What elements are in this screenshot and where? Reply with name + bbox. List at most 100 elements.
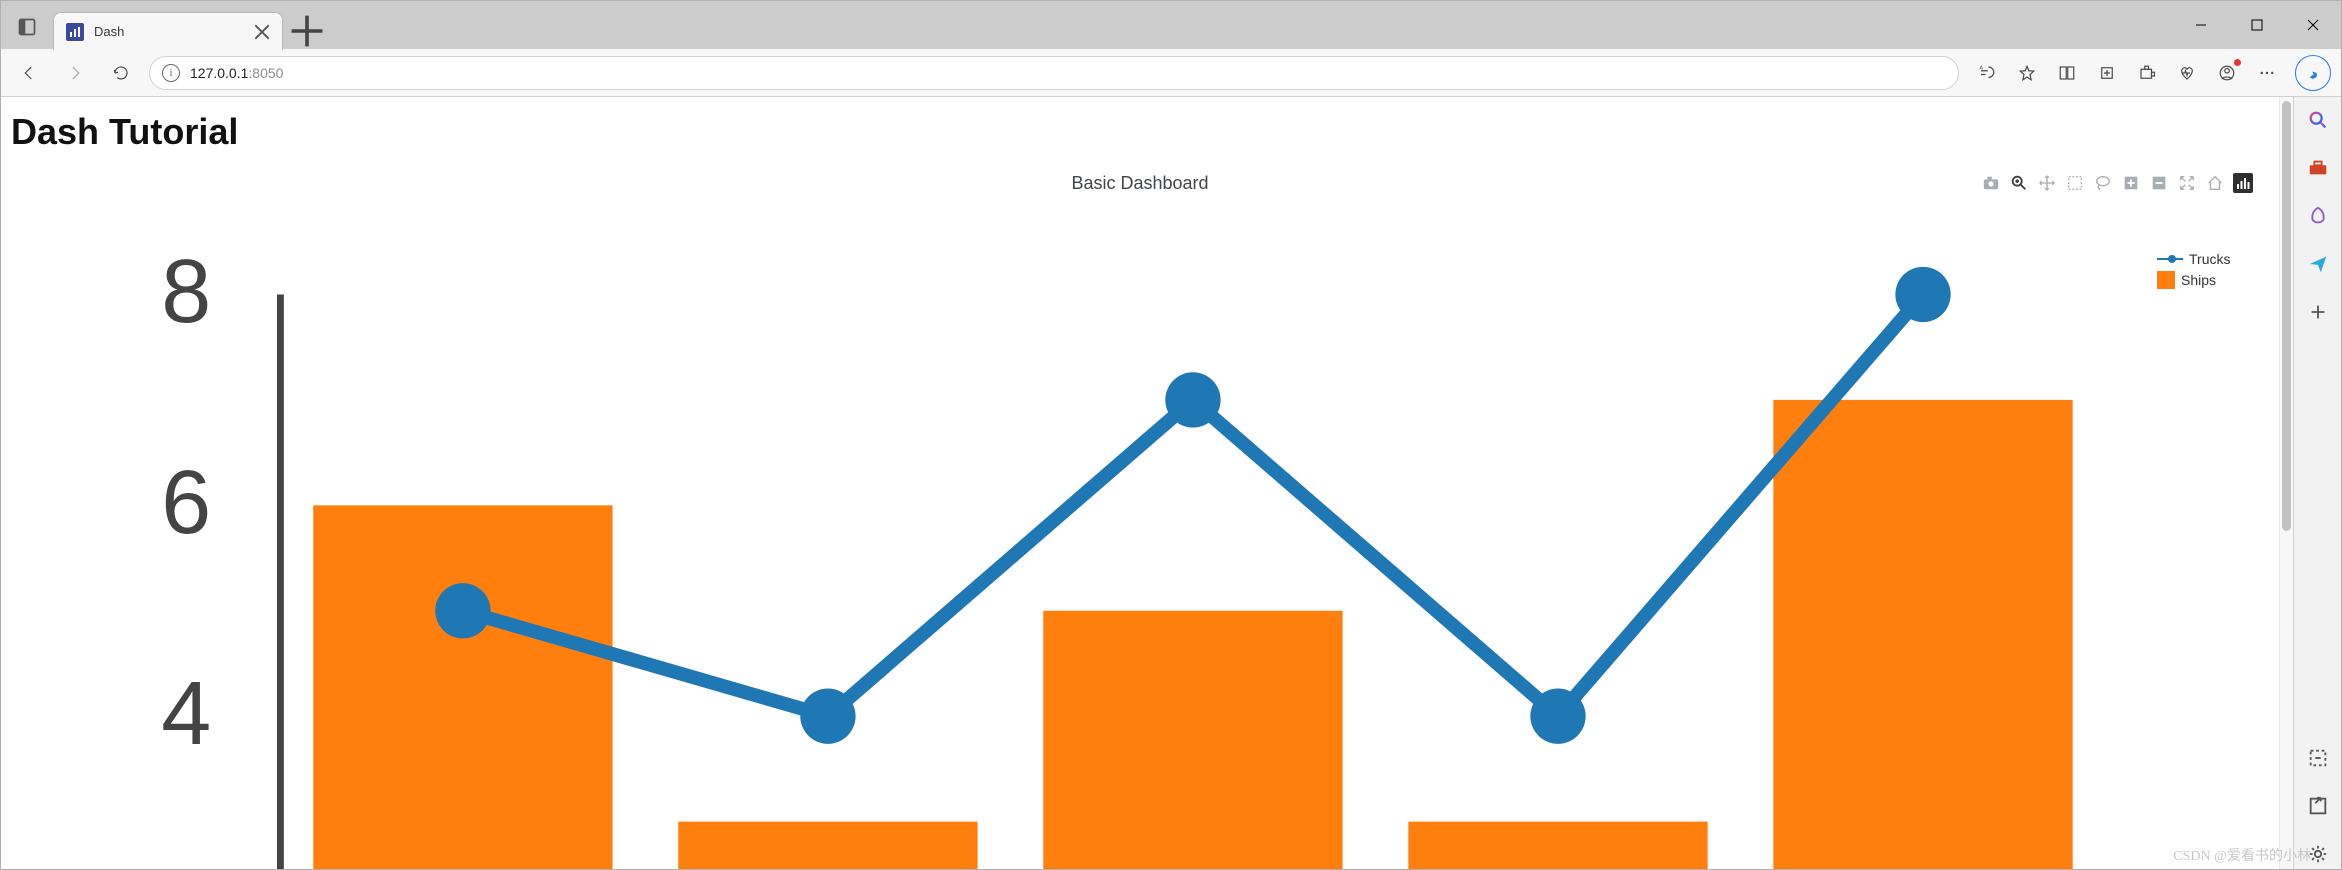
browser-tab-active[interactable]: Dash	[53, 12, 283, 50]
send-icon	[2307, 253, 2329, 275]
toolbar-actions: A	[1969, 55, 2285, 91]
extensions-button[interactable]	[2129, 55, 2165, 91]
profile-button[interactable]	[2209, 55, 2245, 91]
modebar-zoom[interactable]	[2009, 173, 2029, 193]
svg-text:8: 8	[161, 253, 211, 342]
forward-button[interactable]	[57, 55, 93, 91]
chart-legend: Trucks Ships	[2157, 251, 2267, 293]
modebar-zoom-out[interactable]	[2149, 173, 2169, 193]
split-screen-button[interactable]	[2049, 55, 2085, 91]
collections-button[interactable]	[2089, 55, 2125, 91]
lasso-icon	[2094, 174, 2112, 192]
refresh-icon	[112, 64, 130, 82]
favorite-button[interactable]	[2009, 55, 2045, 91]
tab-close-button[interactable]	[254, 24, 270, 40]
legend-label: Ships	[2181, 272, 2216, 288]
chart-container: Basic Dashboard Trucks Ships 0246812345	[13, 173, 2267, 633]
share-icon	[2307, 795, 2329, 817]
modebar-plotly-logo[interactable]	[2233, 173, 2253, 193]
tabs-icon	[17, 17, 37, 37]
rail-search-button[interactable]	[2303, 105, 2333, 135]
minimize-button[interactable]	[2173, 1, 2229, 49]
tab-list-button[interactable]	[1, 5, 53, 49]
rail-office-button[interactable]	[2303, 201, 2333, 231]
url-port: :8050	[248, 65, 283, 81]
rail-add-button[interactable]	[2303, 297, 2333, 327]
legend-swatch-bar-icon	[2157, 271, 2175, 289]
arrow-right-icon	[66, 64, 84, 82]
modebar-pan[interactable]	[2037, 173, 2057, 193]
home-icon	[2206, 174, 2224, 192]
zoom-icon	[2010, 174, 2028, 192]
modebar-zoom-in[interactable]	[2121, 173, 2141, 193]
title-bar: Dash	[1, 1, 2341, 49]
legend-item-trucks[interactable]: Trucks	[2157, 251, 2267, 267]
rail-screenshot-button[interactable]	[2303, 743, 2333, 773]
plotly-icon	[2236, 176, 2250, 190]
plus-icon	[289, 13, 325, 49]
chart-title: Basic Dashboard	[13, 173, 2267, 194]
office-icon	[2307, 205, 2329, 227]
close-window-button[interactable]	[2285, 1, 2341, 49]
box-select-icon	[2066, 174, 2084, 192]
modebar-autoscale[interactable]	[2177, 173, 2197, 193]
maximize-button[interactable]	[2229, 1, 2285, 49]
read-aloud-icon: A	[1978, 64, 1996, 82]
profile-icon	[2218, 64, 2236, 82]
browser-window: Dash i 127.0.0.1:8050	[0, 0, 2342, 870]
modebar-reset[interactable]	[2205, 173, 2225, 193]
autoscale-icon	[2178, 174, 2196, 192]
screenshot-icon	[2307, 747, 2329, 769]
address-bar[interactable]: i 127.0.0.1:8050	[149, 56, 1959, 90]
bing-button[interactable]	[2295, 55, 2331, 91]
chart-plot[interactable]: 0246812345	[73, 253, 2147, 869]
pan-icon	[2038, 174, 2056, 192]
rail-tools-button[interactable]	[2303, 153, 2333, 183]
watermark-text: CSDN @爱看书的小林	[2173, 845, 2311, 865]
more-icon	[2258, 64, 2276, 82]
svg-text:A: A	[1980, 65, 1984, 71]
legend-label: Trucks	[2189, 251, 2230, 267]
plus-icon	[2307, 301, 2329, 323]
minus-box-icon	[2150, 174, 2168, 192]
modebar-box-select[interactable]	[2065, 173, 2085, 193]
back-button[interactable]	[11, 55, 47, 91]
site-info-icon[interactable]: i	[162, 64, 180, 82]
heart-pulse-icon	[2178, 64, 2196, 82]
rail-share-button[interactable]	[2303, 791, 2333, 821]
split-screen-icon	[2058, 64, 2076, 82]
modebar-download[interactable]	[1981, 173, 2001, 193]
new-tab-button[interactable]	[289, 13, 325, 49]
more-button[interactable]	[2249, 55, 2285, 91]
legend-item-ships[interactable]: Ships	[2157, 271, 2267, 289]
edge-sidebar	[2293, 97, 2341, 869]
scroll-thumb[interactable]	[2282, 101, 2291, 531]
performance-button[interactable]	[2169, 55, 2205, 91]
page-title: Dash Tutorial	[11, 111, 2269, 153]
legend-swatch-line-icon	[2157, 258, 2183, 260]
toolbox-icon	[2307, 157, 2329, 179]
page-content: Dash Tutorial Basic Dashboard	[1, 97, 2293, 869]
svg-text:4: 4	[161, 664, 211, 764]
tab-title: Dash	[94, 24, 244, 39]
refresh-button[interactable]	[103, 55, 139, 91]
toolbar: i 127.0.0.1:8050 A	[1, 49, 2341, 97]
camera-icon	[1982, 174, 2000, 192]
url-text: 127.0.0.1:8050	[190, 65, 1946, 81]
notification-dot-icon	[2234, 59, 2241, 66]
arrow-left-icon	[20, 64, 38, 82]
svg-text:6: 6	[161, 453, 211, 553]
favicon-dash-icon	[66, 23, 84, 41]
plus-box-icon	[2122, 174, 2140, 192]
star-icon	[2018, 64, 2036, 82]
window-controls	[2173, 1, 2341, 49]
close-icon	[254, 24, 270, 40]
maximize-icon	[2251, 19, 2263, 31]
plotly-modebar	[1981, 173, 2253, 193]
read-aloud-button[interactable]: A	[1969, 55, 2005, 91]
modebar-lasso[interactable]	[2093, 173, 2113, 193]
content-viewport: Dash Tutorial Basic Dashboard	[1, 97, 2279, 869]
rail-send-button[interactable]	[2303, 249, 2333, 279]
vertical-scrollbar[interactable]	[2279, 97, 2293, 869]
close-icon	[2307, 19, 2319, 31]
